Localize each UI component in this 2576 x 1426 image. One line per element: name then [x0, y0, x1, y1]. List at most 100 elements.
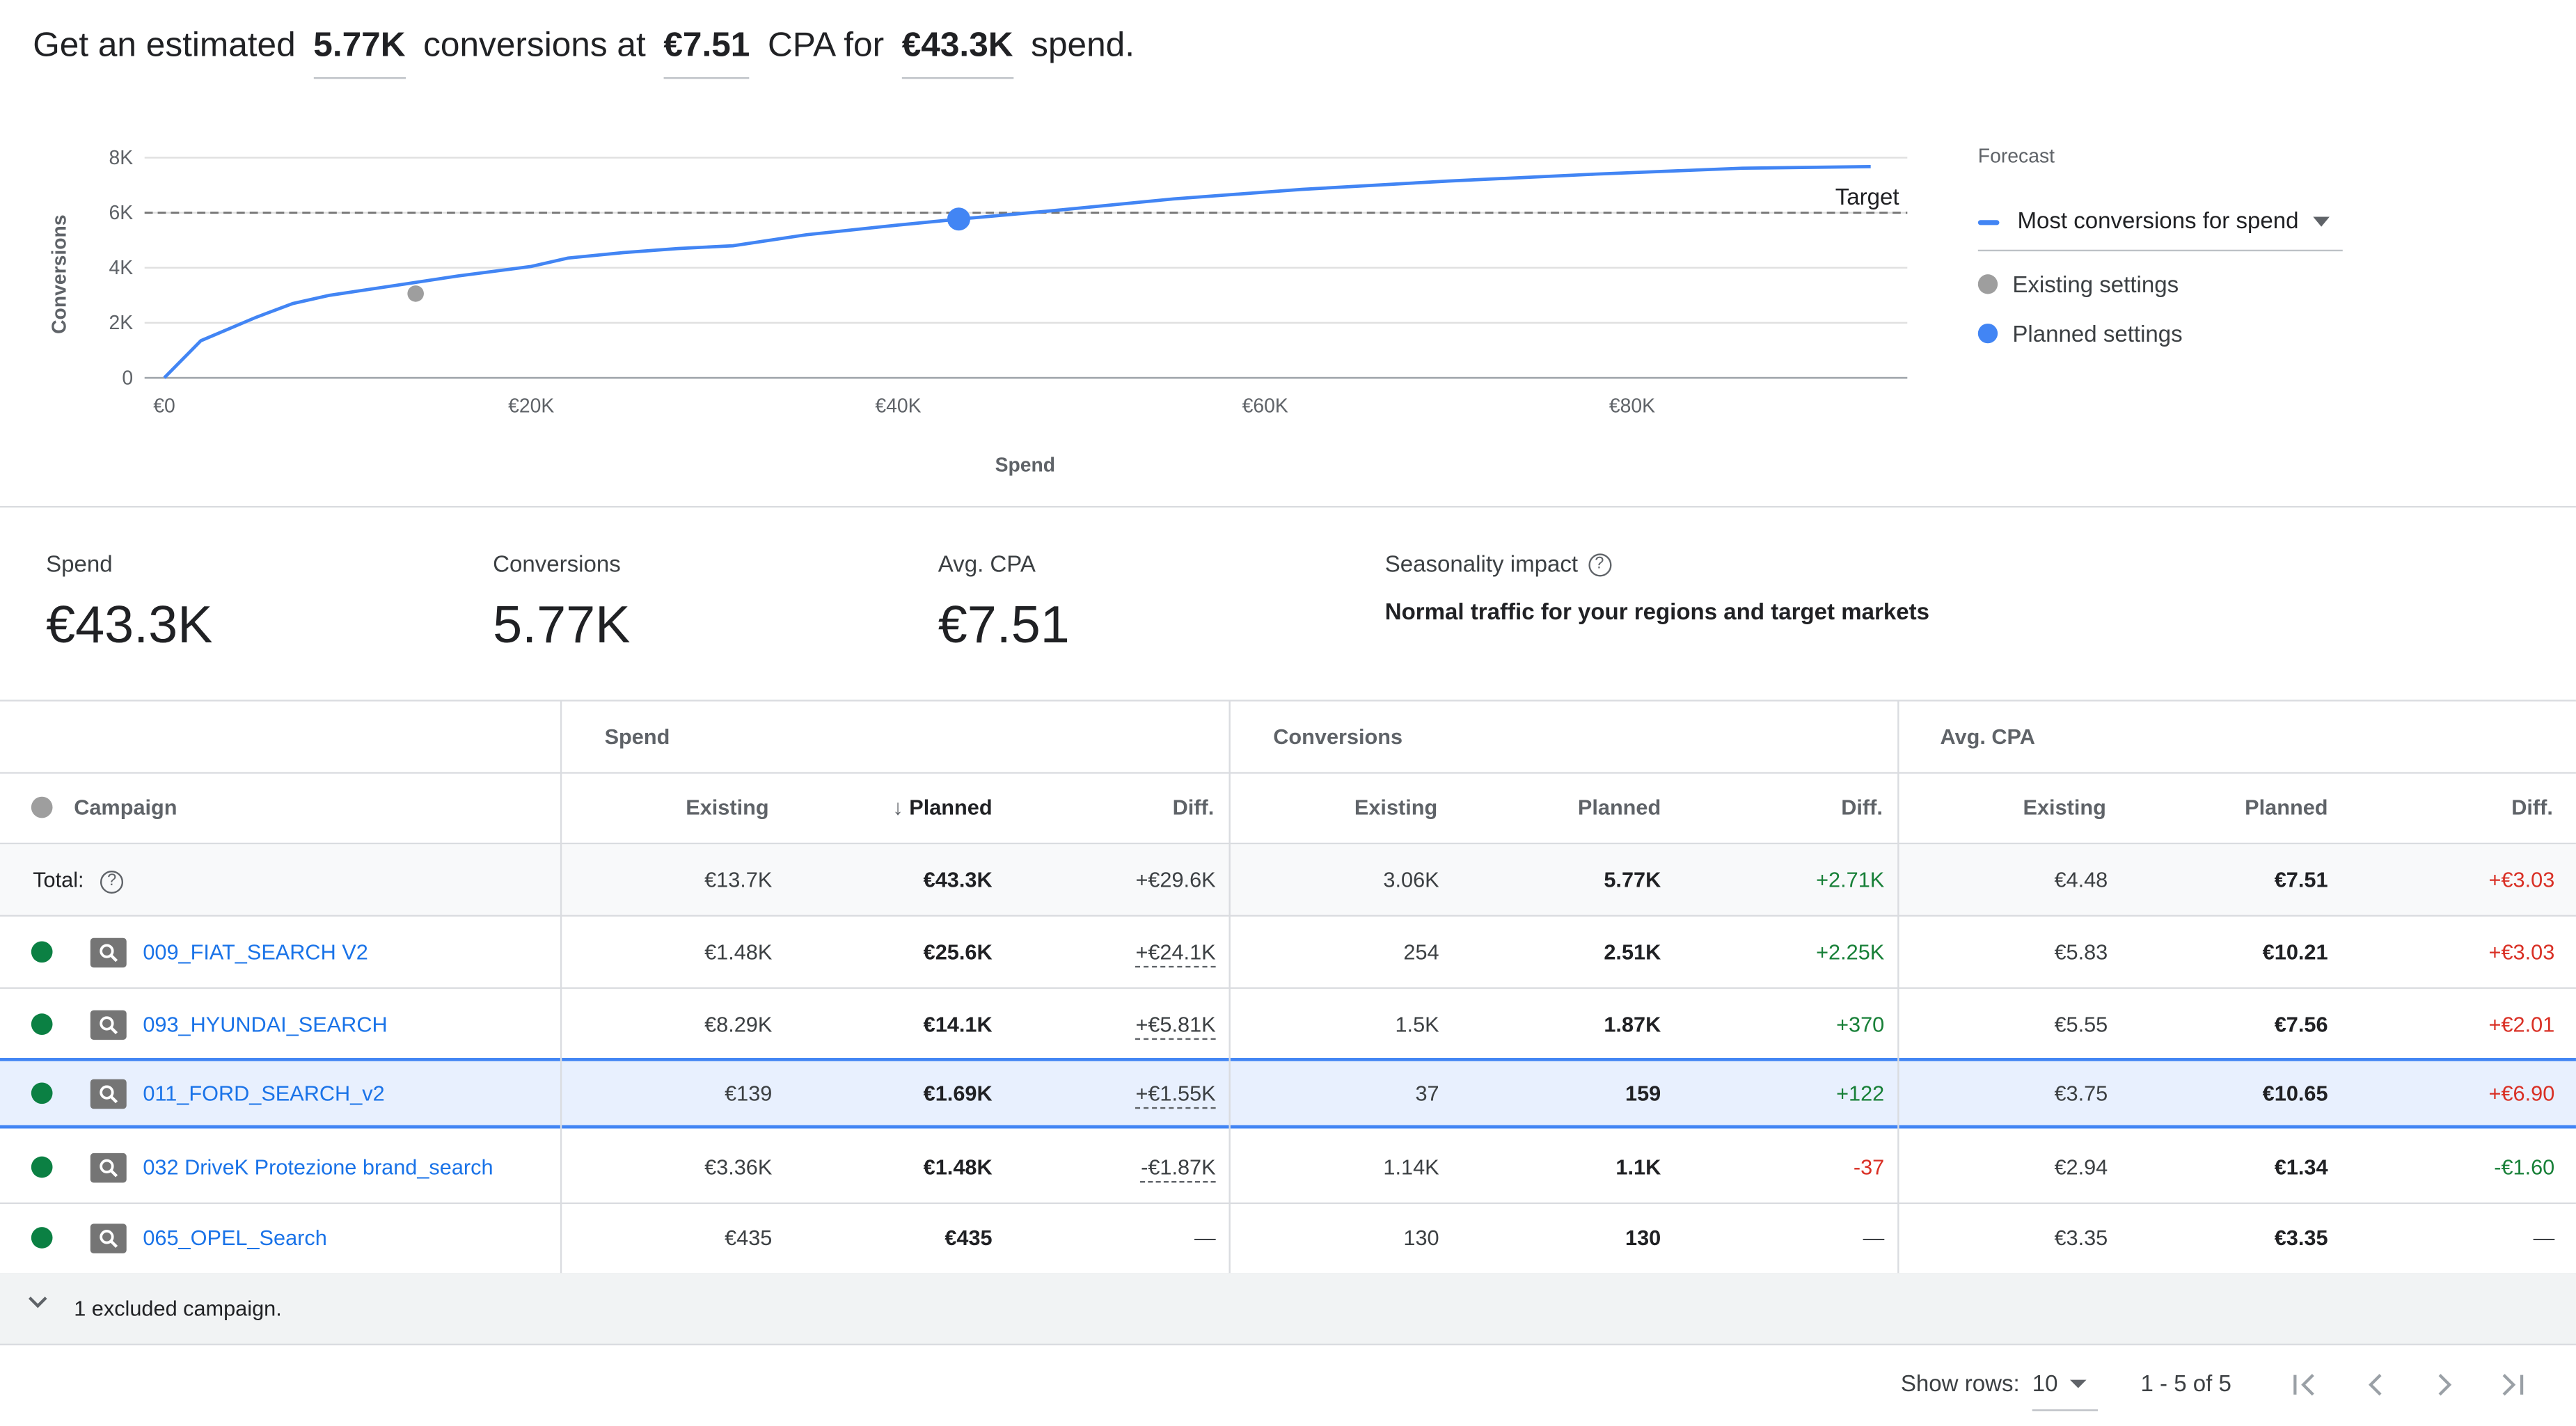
table-row[interactable]: 065_OPEL_Search €435 €435 — 130 130 — €3.35 €3.3… — [0, 1203, 2576, 1275]
y-tick-label: 0 — [122, 367, 133, 389]
y-tick-label: 4K — [109, 257, 134, 279]
col-header-spend-planned[interactable]: ↓ Planned — [892, 795, 992, 819]
existing-dot-icon — [1977, 274, 1998, 294]
rows-per-page-value: 10 — [2032, 1370, 2058, 1397]
cell-spend-planned: €14.1K — [923, 1011, 993, 1036]
total-conv-existing: 3.06K — [1383, 867, 1439, 892]
total-spend-existing: €13.7K — [704, 867, 773, 892]
campaign-name-link[interactable]: 011_FORD_SEARCH_v2 — [143, 1081, 384, 1105]
cell-cpa-diff: -€1.60 — [2494, 1154, 2555, 1179]
campaign-name-link[interactable]: 032 DriveK Protezione brand_search — [143, 1154, 493, 1178]
status-header-dot[interactable] — [31, 796, 53, 818]
headline-prefix: Get an estimated — [33, 26, 296, 65]
col-header-cpa-planned[interactable]: Planned — [2245, 795, 2328, 819]
forecast-chart[interactable]: 0 2K 4K 6K 8K €0 €20K €40K €60K €80K Spend Conversi… — [0, 115, 1955, 493]
seasonality-label-text: Seasonality impact — [1384, 550, 1579, 577]
forecast-page: Get an estimated 5.77K conversions at €7… — [0, 0, 2576, 1423]
spend-diff-value[interactable]: +€1.55K — [1135, 1081, 1216, 1109]
excluded-campaigns-row[interactable]: 1 excluded campaign. — [0, 1273, 2576, 1346]
campaign-name-link[interactable]: 093_HYUNDAI_SEARCH — [143, 1011, 387, 1036]
legend-planned-label: Planned settings — [2012, 320, 2183, 347]
spend-stat-value: €43.3K — [46, 594, 213, 654]
cell-conv-planned: 159 — [1625, 1081, 1661, 1106]
cell-conv-planned: 2.51K — [1604, 940, 1661, 965]
col-header-conv-diff[interactable]: Diff. — [1841, 795, 1883, 819]
cpa-stat-label: Avg. CPA — [938, 550, 1036, 577]
status-enabled-dot — [31, 1013, 53, 1034]
cell-spend-diff[interactable]: -€1.87K — [1141, 1154, 1216, 1182]
cell-spend-existing: €139 — [725, 1081, 773, 1106]
search-campaign-icon — [90, 1223, 127, 1253]
planned-settings-point[interactable] — [947, 207, 970, 231]
existing-settings-point[interactable] — [407, 285, 424, 302]
last-page-icon[interactable] — [2497, 1370, 2527, 1407]
headline-mid1: conversions at — [423, 26, 646, 65]
table-row[interactable]: 011_FORD_SEARCH_v2 €139 €1.69K +€1.55K 37 159… — [0, 1058, 2576, 1129]
help-icon[interactable]: ? — [1588, 554, 1611, 578]
status-enabled-dot — [31, 941, 53, 963]
cell-cpa-existing: €3.35 — [2054, 1225, 2108, 1251]
next-page-icon[interactable] — [2430, 1370, 2459, 1407]
headline-cpa-value[interactable]: €7.51 — [663, 26, 750, 79]
cell-spend-diff: — — [1194, 1225, 1216, 1251]
table-row[interactable]: 032 DriveK Protezione brand_search €3.36K… — [0, 1131, 2576, 1203]
col-header-campaign[interactable]: Campaign — [74, 795, 177, 819]
col-header-cpa-diff[interactable]: Diff. — [2511, 795, 2553, 819]
spend-diff-value[interactable]: +€24.1K — [1135, 940, 1216, 968]
first-page-icon[interactable] — [2290, 1370, 2319, 1407]
col-header-cpa-existing[interactable]: Existing — [2023, 795, 2106, 819]
column-divider — [560, 699, 562, 1274]
table-group-header: Spend Conversions Avg. CPA — [0, 699, 2576, 774]
spend-diff-value[interactable]: +€5.81K — [1135, 1011, 1216, 1039]
cell-conv-existing: 1.5K — [1395, 1011, 1439, 1036]
legend-title: Forecast — [1977, 144, 2055, 168]
headline-conversions-value[interactable]: 5.77K — [313, 26, 406, 79]
headline-suffix: spend. — [1031, 26, 1135, 65]
cell-conv-existing: 254 — [1403, 940, 1439, 965]
forecast-strategy-dropdown[interactable]: Most conversions for spend — [1977, 204, 2343, 252]
headline-spend-value[interactable]: €43.3K — [901, 26, 1013, 79]
campaign-name-link[interactable]: 065_OPEL_Search — [143, 1226, 326, 1250]
col-header-conv-existing[interactable]: Existing — [1354, 795, 1437, 819]
chevron-down-icon[interactable] — [26, 1291, 49, 1322]
dropdown-arrow-icon — [2069, 1379, 2087, 1388]
col-header-spend-existing[interactable]: Existing — [686, 795, 768, 819]
cell-cpa-diff: +€6.90 — [2488, 1081, 2555, 1106]
total-spend-planned: €43.3K — [923, 867, 993, 892]
cell-spend-diff[interactable]: +€24.1K — [1135, 940, 1216, 968]
column-divider — [1228, 699, 1231, 1274]
col-header-conv-planned[interactable]: Planned — [1578, 795, 1661, 819]
cell-spend-existing: €8.29K — [704, 1011, 773, 1036]
total-cpa-diff: +€3.03 — [2488, 867, 2555, 892]
cell-conv-diff: +370 — [1836, 1011, 1885, 1036]
rows-per-page-select[interactable]: 10 — [2032, 1370, 2099, 1411]
x-tick-label: €20K — [508, 395, 554, 417]
cell-spend-planned: €1.69K — [923, 1081, 993, 1106]
status-enabled-dot — [31, 1082, 53, 1104]
forecast-curve-line[interactable] — [163, 164, 1871, 379]
cell-cpa-existing: €3.75 — [2054, 1081, 2108, 1106]
x-tick-label: €60K — [1242, 395, 1288, 417]
target-label: Target — [1835, 184, 1899, 210]
spend-diff-value[interactable]: -€1.87K — [1141, 1154, 1216, 1182]
cell-cpa-diff: +€3.03 — [2488, 940, 2555, 965]
y-tick-label: 2K — [109, 312, 134, 334]
planned-dot-icon — [1977, 323, 1998, 344]
col-header-spend-diff[interactable]: Diff. — [1173, 795, 1215, 819]
table-row[interactable]: 093_HYUNDAI_SEARCH €8.29K €14.1K +€5.81K 1.5… — [0, 988, 2576, 1061]
cell-spend-diff[interactable]: +€5.81K — [1135, 1011, 1216, 1039]
help-icon[interactable]: ? — [100, 869, 124, 893]
total-spend-diff: +€29.6K — [1135, 867, 1216, 892]
cell-spend-diff[interactable]: +€1.55K — [1135, 1081, 1216, 1109]
col-header-spend-planned-label: Planned — [909, 795, 993, 820]
campaign-name-link[interactable]: 009_FIAT_SEARCH V2 — [143, 940, 368, 964]
previous-page-icon[interactable] — [2361, 1370, 2390, 1407]
total-label: Total:? — [33, 867, 124, 893]
table-row[interactable]: 009_FIAT_SEARCH V2 €1.48K €25.6K +€24.1K 254… — [0, 917, 2576, 989]
total-cpa-existing: €4.48 — [2054, 867, 2108, 892]
x-tick-label: €80K — [1609, 395, 1655, 417]
cell-cpa-diff: — — [2533, 1225, 2555, 1251]
cell-spend-planned: €435 — [945, 1225, 993, 1251]
conversions-stat-value: 5.77K — [493, 594, 631, 654]
cell-cpa-planned: €3.35 — [2274, 1225, 2328, 1251]
